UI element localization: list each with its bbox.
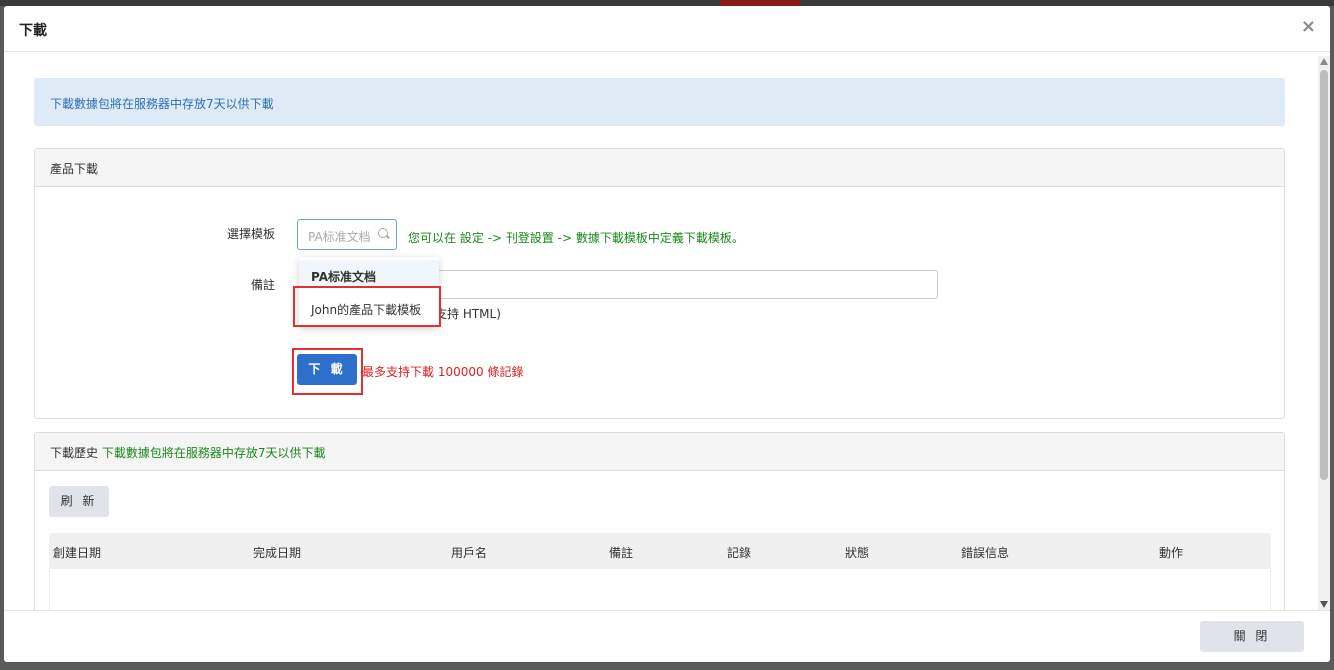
dropdown-option-pa-standard[interactable]: PA标准文档 bbox=[299, 260, 439, 288]
history-heading-note: 下載數據包將在服務器中存放7天以供下載 bbox=[101, 446, 326, 460]
scroll-up-arrow-icon[interactable] bbox=[1320, 58, 1328, 65]
refresh-button[interactable]: 刷 新 bbox=[49, 486, 109, 517]
template-select-placeholder: PA标准文档 bbox=[308, 230, 371, 244]
history-panel-heading: 下載歷史 下載數據包將在服務器中存放7天以供下載 bbox=[35, 433, 1284, 471]
template-hint: 您可以在 設定 -> 刊登設置 -> 數據下載模板中定義下載模板。 bbox=[408, 231, 744, 245]
remark-html-note: 支持 HTML) bbox=[435, 307, 501, 321]
modal-scrollbar[interactable] bbox=[1318, 56, 1330, 610]
highlight-box-download bbox=[292, 348, 363, 395]
download-modal: 下載 × 下載數據包將在服務器中存放7天以供下載 產品下載 選擇模板 PA标准文… bbox=[4, 6, 1330, 662]
download-history-panel: 下載歷史 下載數據包將在服務器中存放7天以供下載 刷 新 創建日期 完成日期 用… bbox=[34, 432, 1285, 610]
modal-footer: 關 閉 bbox=[4, 610, 1330, 662]
scroll-down-arrow-icon[interactable] bbox=[1320, 601, 1328, 608]
column-created-date[interactable]: 創建日期 bbox=[53, 544, 101, 561]
search-icon bbox=[378, 228, 388, 238]
column-actions[interactable]: 動作 bbox=[1159, 544, 1183, 561]
column-username[interactable]: 用戶名 bbox=[451, 544, 487, 561]
remark-input[interactable] bbox=[435, 270, 938, 299]
download-limit-note: 最多支持下載 100000 條記錄 bbox=[362, 365, 524, 379]
history-table-body bbox=[49, 569, 1271, 610]
close-icon[interactable]: × bbox=[1301, 18, 1316, 36]
template-select[interactable]: PA标准文档 bbox=[297, 219, 397, 250]
column-remark[interactable]: 備註 bbox=[609, 544, 633, 561]
close-button[interactable]: 關 閉 bbox=[1200, 621, 1304, 652]
remark-label: 備註 bbox=[250, 278, 275, 292]
modal-title: 下載 bbox=[19, 23, 47, 39]
product-panel-heading: 產品下載 bbox=[35, 149, 1284, 187]
modal-header: 下載 × bbox=[4, 6, 1330, 52]
product-download-panel: 產品下載 選擇模板 PA标准文档 您可以在 設定 -> 刊登設置 -> 數據下載… bbox=[34, 148, 1285, 419]
column-error-info[interactable]: 錯誤信息 bbox=[961, 544, 1009, 561]
history-table-header: 創建日期 完成日期 用戶名 備註 記錄 狀態 錯誤信息 動作 bbox=[49, 533, 1271, 569]
highlight-box-option bbox=[293, 286, 441, 327]
column-completed-date[interactable]: 完成日期 bbox=[253, 544, 301, 561]
scroll-thumb[interactable] bbox=[1320, 70, 1328, 480]
info-alert: 下載數據包將在服務器中存放7天以供下載 bbox=[34, 78, 1285, 126]
template-label: 選擇模板 bbox=[226, 227, 275, 241]
column-records[interactable]: 記錄 bbox=[727, 544, 751, 561]
modal-body: 下載數據包將在服務器中存放7天以供下載 產品下載 選擇模板 PA标准文档 您可以… bbox=[4, 52, 1316, 610]
history-heading-label: 下載歷史 bbox=[50, 446, 99, 460]
column-status[interactable]: 狀態 bbox=[845, 544, 869, 561]
